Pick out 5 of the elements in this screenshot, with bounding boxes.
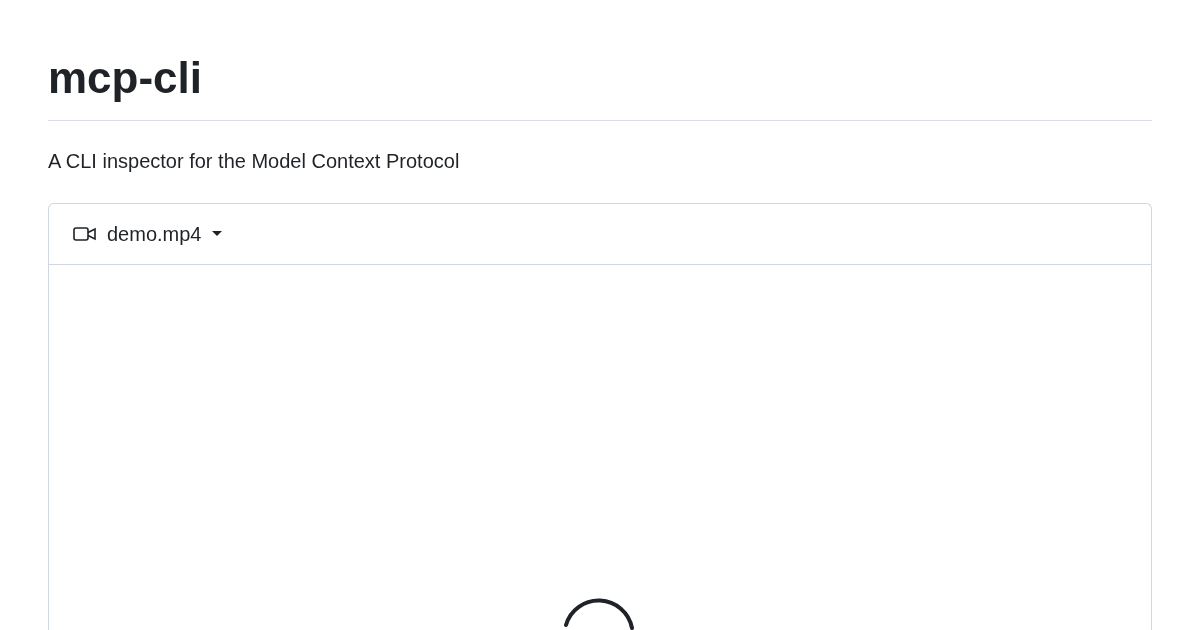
- file-dropdown[interactable]: demo.mp4: [107, 222, 222, 246]
- page-title: mcp-cli: [48, 0, 1152, 121]
- description: A CLI inspector for the Model Context Protocol: [48, 149, 461, 174]
- video-camera-icon: [73, 226, 97, 242]
- caret-icon: [211, 231, 222, 237]
